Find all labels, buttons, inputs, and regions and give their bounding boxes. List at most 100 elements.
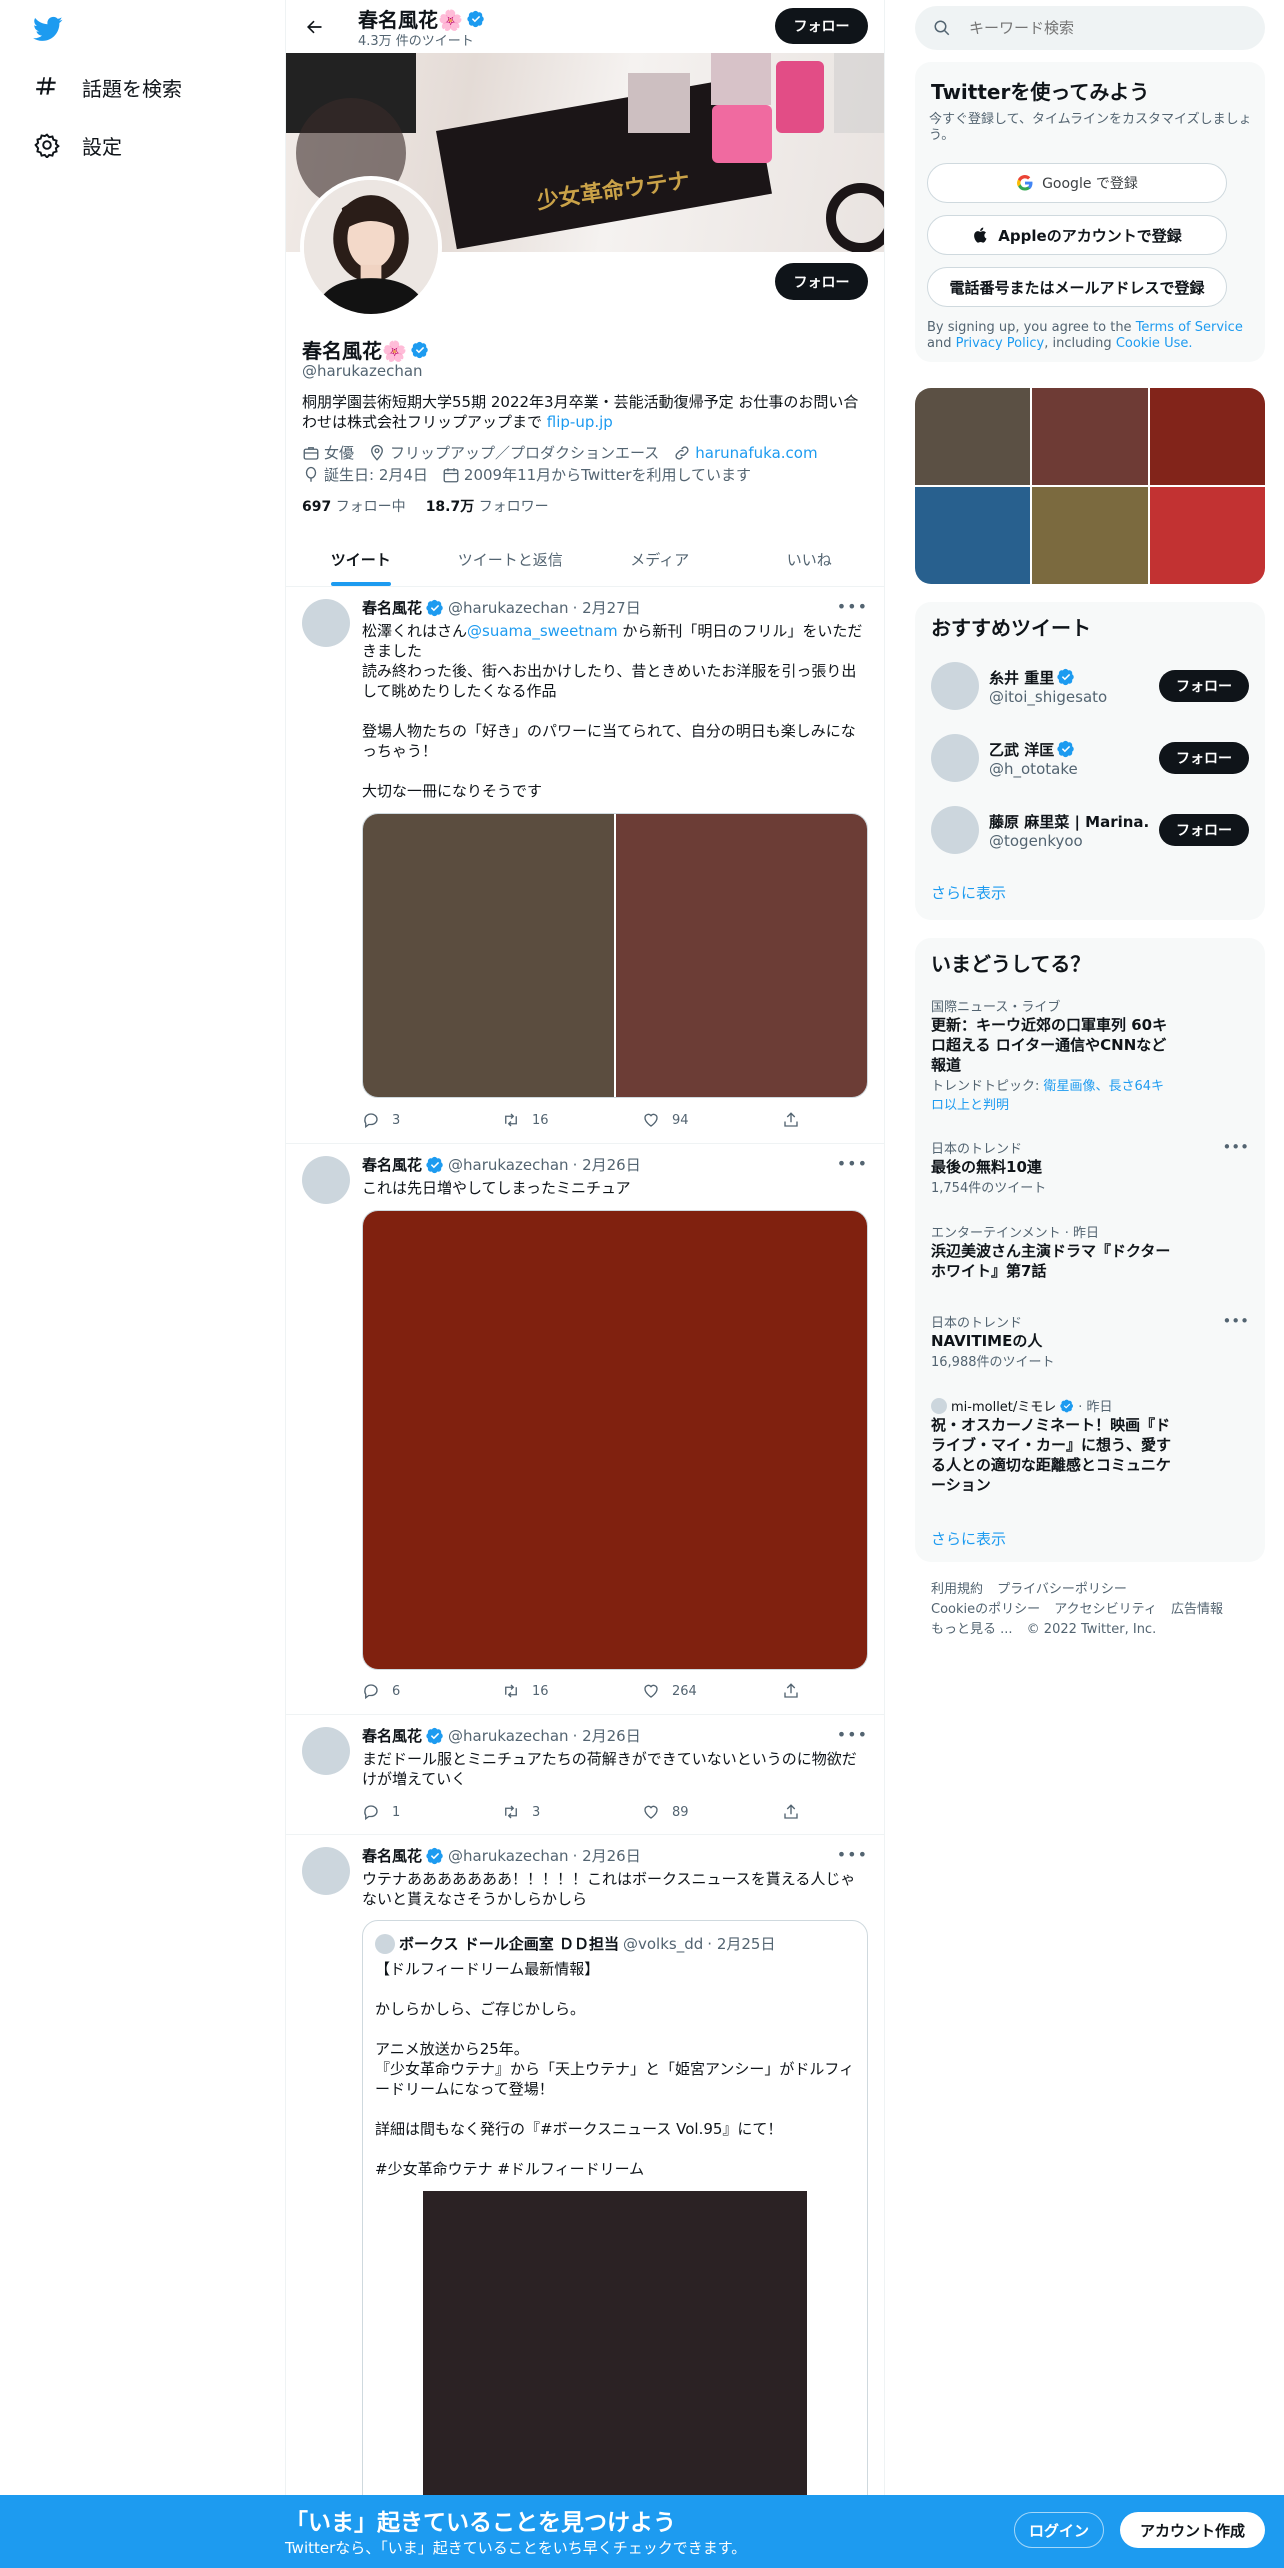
- header-follow-button[interactable]: フォロー: [775, 8, 868, 44]
- following-stat[interactable]: 697 フォロー中: [302, 496, 406, 516]
- login-button[interactable]: ログイン: [1014, 2512, 1104, 2548]
- back-arrow-icon[interactable]: [298, 11, 330, 43]
- trend-item[interactable]: 日本のトレンド 最後の無料10連 1,754件のツイート •••: [931, 1138, 1249, 1196]
- tab-tweets-and-replies[interactable]: ツイートと返信: [436, 534, 586, 586]
- account-avatar[interactable]: [931, 662, 979, 710]
- google-signup-button[interactable]: Google で登録: [927, 163, 1227, 203]
- tweet-media[interactable]: [362, 1210, 868, 1670]
- more-icon[interactable]: •••: [837, 1154, 868, 1173]
- trend-item[interactable]: 日本のトレンド NAVITIMEの人 16,988件のツイート •••: [931, 1312, 1249, 1370]
- retweet-button[interactable]: 16: [502, 1682, 612, 1700]
- terms-link[interactable]: Terms of Service: [1136, 320, 1243, 335]
- more-icon[interactable]: •••: [1222, 1312, 1249, 1330]
- more-icon[interactable]: •••: [1222, 1138, 1249, 1156]
- footer-link[interactable]: Cookieのポリシー: [931, 1602, 1040, 1617]
- footer-link[interactable]: アクセシビリティ: [1054, 1602, 1157, 1617]
- profile-avatar[interactable]: [300, 176, 442, 318]
- tweet[interactable]: 春名風花 @harukazechan · 2月26日 ••• ウテナああああああ…: [286, 1835, 884, 2568]
- account-avatar[interactable]: [931, 806, 979, 854]
- sidebar-footer: 利用規約 プライバシーポリシー Cookieのポリシー アクセシビリティ 広告情…: [931, 1580, 1251, 1640]
- who-to-follow-title: おすすめツイート: [931, 616, 1091, 640]
- suggested-account[interactable]: 乙武 洋匡 @h_ototake フォロー: [931, 734, 1249, 782]
- follow-button[interactable]: フォロー: [1159, 742, 1249, 774]
- search-box[interactable]: [915, 6, 1265, 50]
- nav-explore[interactable]: 話題を検索: [34, 67, 182, 107]
- signup-terms: By signing up, you agree to the Terms of…: [927, 320, 1243, 351]
- profile-website[interactable]: harunafuka.com: [695, 444, 817, 462]
- media-thumbnail[interactable]: [915, 487, 1031, 584]
- followers-stat[interactable]: 18.7万 フォロワー: [426, 496, 549, 516]
- media-image[interactable]: [363, 814, 614, 1097]
- media-thumbnail[interactable]: [1032, 388, 1148, 485]
- quoted-tweet[interactable]: ボークス ドール企画室 ＤＤ担当 @volks_dd · 2月25日 【ドルフィ…: [362, 1920, 868, 2540]
- show-more-link[interactable]: さらに表示: [931, 882, 1006, 903]
- follow-button[interactable]: フォロー: [1159, 670, 1249, 702]
- privacy-link[interactable]: Privacy Policy: [956, 336, 1045, 351]
- header-name: 春名風花🌸: [358, 4, 485, 33]
- quoted-tweet-media[interactable]: [423, 2191, 807, 2539]
- media-image[interactable]: [363, 1211, 867, 1669]
- tweet-mention[interactable]: @suama_sweetnam: [467, 622, 618, 640]
- share-icon: [784, 1804, 798, 1819]
- like-button[interactable]: 94: [642, 1111, 752, 1129]
- tab-likes[interactable]: いいね: [735, 534, 885, 586]
- suggested-account[interactable]: 藤原 麻里菜 | Marina... @togenkyoo フォロー: [931, 806, 1249, 854]
- more-icon[interactable]: •••: [837, 597, 868, 616]
- media-thumbnail[interactable]: [1149, 487, 1265, 584]
- profile-occupation: 女優: [324, 444, 355, 462]
- reply-icon: [364, 1684, 378, 1700]
- more-icon[interactable]: •••: [837, 1725, 868, 1744]
- more-icon[interactable]: •••: [837, 1845, 868, 1864]
- signup-button[interactable]: アカウント作成: [1120, 2512, 1265, 2548]
- hashtag-icon: [36, 77, 56, 95]
- tab-tweets[interactable]: ツイート: [286, 534, 436, 586]
- media-thumbnail[interactable]: [915, 388, 1031, 485]
- tweet[interactable]: 春名風花 @harukazechan · 2月27日 ••• 松澤くれはさん@s…: [286, 587, 884, 1144]
- tab-media[interactable]: メディア: [585, 534, 735, 586]
- twitter-logo-icon[interactable]: [30, 14, 66, 44]
- profile-follow-button[interactable]: フォロー: [775, 263, 868, 300]
- bio-link[interactable]: flip-up.jp: [547, 413, 613, 431]
- share-button[interactable]: [782, 1803, 802, 1821]
- footer-link[interactable]: 利用規約: [931, 1582, 983, 1597]
- media-image[interactable]: [616, 814, 867, 1097]
- tweet[interactable]: 春名風花 @harukazechan · 2月26日 ••• まだドール服とミニ…: [286, 1715, 884, 1835]
- banner-item: [712, 105, 772, 163]
- footer-link[interactable]: プライバシーポリシー: [997, 1582, 1127, 1597]
- retweet-button[interactable]: 3: [502, 1803, 612, 1821]
- reply-button[interactable]: 3: [362, 1111, 472, 1129]
- trend-item[interactable]: 国際ニュース・ライブ 更新：キーウ近郊の口軍車列 60キロ超える ロイター通信や…: [931, 996, 1249, 1113]
- show-more-link[interactable]: さらに表示: [931, 1528, 1006, 1549]
- account-avatar[interactable]: [931, 734, 979, 782]
- search-input[interactable]: [969, 19, 1229, 37]
- retweet-icon: [505, 1805, 517, 1819]
- tweet-avatar[interactable]: [302, 1847, 350, 1895]
- nav-settings[interactable]: 設定: [34, 125, 122, 165]
- retweet-button[interactable]: 16: [502, 1111, 612, 1129]
- reply-button[interactable]: 6: [362, 1682, 472, 1700]
- reply-icon: [364, 1805, 378, 1821]
- footer-link[interactable]: もっと見る ...: [931, 1622, 1013, 1637]
- trend-news-item[interactable]: mi-mollet/ミモレ · 昨日 祝・オスカーノミネート！映画『ドライブ・マ…: [931, 1396, 1249, 1495]
- media-thumbnail[interactable]: [1032, 487, 1148, 584]
- share-button[interactable]: [782, 1111, 802, 1129]
- apple-signup-button[interactable]: Appleのアカウントで登録: [927, 215, 1227, 255]
- cookie-link[interactable]: Cookie Use.: [1116, 336, 1193, 351]
- tweet-avatar[interactable]: [302, 599, 350, 647]
- profile-bio: 桐朋学園芸術短期大学55期 2022年3月卒業・芸能活動復帰予定 お仕事のお問い…: [302, 393, 859, 431]
- follow-button[interactable]: フォロー: [1159, 814, 1249, 846]
- signup-card: Twitterを使ってみよう 今すぐ登録して、タイムラインをカスタマイズしましょ…: [915, 62, 1265, 362]
- phone-email-signup-button[interactable]: 電話番号またはメールアドレスで登録: [927, 267, 1227, 307]
- tweet-media[interactable]: [362, 813, 868, 1098]
- footer-link[interactable]: 広告情報: [1171, 1602, 1223, 1617]
- suggested-account[interactable]: 糸井 重里 @itoi_shigesato フォロー: [931, 662, 1249, 710]
- tweet[interactable]: 春名風花 @harukazechan · 2月26日 ••• これは先日増やして…: [286, 1144, 884, 1715]
- like-button[interactable]: 264: [642, 1682, 752, 1700]
- media-thumbnail[interactable]: [1149, 388, 1265, 485]
- like-button[interactable]: 89: [642, 1803, 752, 1821]
- reply-button[interactable]: 1: [362, 1803, 472, 1821]
- tweet-avatar[interactable]: [302, 1727, 350, 1775]
- tweet-avatar[interactable]: [302, 1156, 350, 1204]
- trend-item[interactable]: エンターテインメント · 昨日 浜辺美波さん主演ドラマ『ドクターホワイト』第7話: [931, 1222, 1249, 1281]
- share-button[interactable]: [782, 1682, 802, 1700]
